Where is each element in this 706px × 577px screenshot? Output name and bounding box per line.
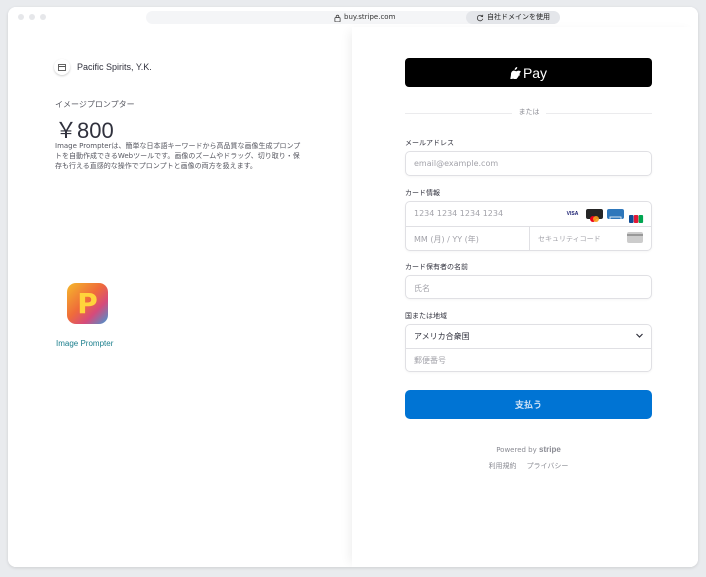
cardholder-label: カード保有者の名前 xyxy=(405,263,468,271)
card-cvc-placeholder: セキュリティコード xyxy=(538,235,601,243)
stripe-logo: stripe xyxy=(539,445,561,454)
order-summary-panel: Pacific Spirits, Y.K. イメージプロンプター ￥800 Im… xyxy=(8,27,352,567)
browser-window: buy.stripe.com 自社ドメインを使用 Pacific Spirits… xyxy=(8,7,698,567)
visa-icon: VISA xyxy=(564,209,581,219)
pay-button[interactable]: 支払う xyxy=(405,390,652,419)
mastercard-icon xyxy=(586,209,603,222)
chevron-down-icon xyxy=(636,333,643,338)
logo-letter: P xyxy=(77,286,98,320)
merchant-header[interactable]: Pacific Spirits, Y.K. xyxy=(54,59,152,75)
country-value: アメリカ合衆国 xyxy=(414,332,470,341)
url-display: buy.stripe.com xyxy=(334,11,395,24)
powered-by-text: Powered by xyxy=(496,446,537,454)
window-dot-icon[interactable] xyxy=(18,14,24,20)
custom-domain-button[interactable]: 自社ドメインを使用 xyxy=(466,11,560,24)
cardholder-placeholder: 氏名 xyxy=(414,284,430,293)
address-bar[interactable]: buy.stripe.com 自社ドメインを使用 xyxy=(146,11,560,24)
browser-chrome: buy.stripe.com 自社ドメインを使用 xyxy=(8,7,698,27)
card-info-label: カード情報 xyxy=(405,189,440,197)
apple-pay-label: Pay xyxy=(522,64,548,81)
footer-links: 利用規約 プライバシー xyxy=(352,461,698,471)
powered-by-stripe[interactable]: Powered by stripe xyxy=(352,445,698,454)
merchant-name: Pacific Spirits, Y.K. xyxy=(77,62,152,72)
jcb-icon xyxy=(628,209,644,223)
card-expiry-input[interactable]: MM (月) / YY (年) xyxy=(406,227,529,251)
address-group: アメリカ合衆国 郵便番号 xyxy=(405,324,652,372)
cardholder-name-field[interactable]: 氏名 xyxy=(405,275,652,299)
product-description: Image Prompterは、簡単な日本語キーワードから高品質な画像生成プロン… xyxy=(55,142,301,170)
product-logo-icon: P xyxy=(67,283,108,324)
card-number-input[interactable]: 1234 1234 1234 1234 VISA xyxy=(406,202,651,226)
apple-pay-button[interactable]: Pay xyxy=(405,58,652,87)
custom-domain-label: 自社ドメインを使用 xyxy=(487,13,550,21)
cvc-card-icon xyxy=(627,232,643,243)
email-placeholder: email@example.com xyxy=(414,159,499,168)
payment-panel: Pay または メールアドレス email@example.com カード情報 … xyxy=(352,27,698,567)
card-number-placeholder: 1234 1234 1234 1234 xyxy=(414,209,504,218)
refresh-icon xyxy=(476,14,484,21)
divider-text: または xyxy=(512,107,546,117)
country-label: 国または地域 xyxy=(405,312,447,320)
postal-code-input[interactable]: 郵便番号 xyxy=(406,349,651,372)
postal-code-placeholder: 郵便番号 xyxy=(414,356,446,365)
lock-icon xyxy=(334,14,341,22)
card-details-group: 1234 1234 1234 1234 VISA MM (月) / YY (年)… xyxy=(405,201,652,251)
product-logo-label: Image Prompter xyxy=(56,339,114,348)
terms-link[interactable]: 利用規約 xyxy=(489,461,517,471)
card-expiry-placeholder: MM (月) / YY (年) xyxy=(414,235,479,244)
email-label: メールアドレス xyxy=(405,139,454,147)
email-field[interactable]: email@example.com xyxy=(405,151,652,176)
product-name: イメージプロンプター xyxy=(55,100,135,109)
window-dot-icon[interactable] xyxy=(40,14,46,20)
window-dot-icon[interactable] xyxy=(29,14,35,20)
amex-icon xyxy=(607,209,624,222)
country-select[interactable]: アメリカ合衆国 xyxy=(406,325,651,348)
store-icon xyxy=(54,59,70,75)
apple-icon xyxy=(510,67,521,79)
url-text: buy.stripe.com xyxy=(344,13,396,21)
privacy-link[interactable]: プライバシー xyxy=(527,461,569,471)
